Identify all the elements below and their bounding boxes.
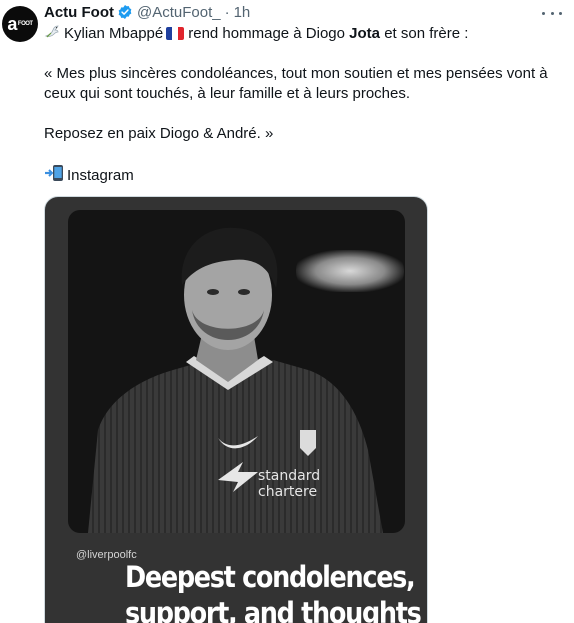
tweet-quote: « Mes plus sincères condoléances, tout m… xyxy=(44,65,548,102)
separator-dot: · xyxy=(224,3,230,21)
avatar-logo: a FOOT xyxy=(7,14,33,34)
verified-badge-icon xyxy=(118,5,132,19)
stadium-light xyxy=(296,250,404,292)
avatar[interactable]: a FOOT xyxy=(2,6,38,42)
handle[interactable]: @ActuFoot_ xyxy=(137,4,221,21)
tweet-text-post: et son frère : xyxy=(384,25,469,42)
display-name[interactable]: Actu Foot xyxy=(44,4,114,21)
tweet[interactable]: a FOOT Actu Foot @ActuFoot_ · 1h Kylian M… xyxy=(0,0,574,623)
tweet-source-line: Instagram xyxy=(44,164,566,186)
tweet-media-image[interactable]: standard chartere @liverpoolfc Deepest c… xyxy=(44,196,428,623)
tweet-header: Actu Foot @ActuFoot_ · 1h xyxy=(44,2,250,22)
media-caption-line-2: support, and thoughts are xyxy=(125,596,427,623)
tweet-text-mid: rend hommage à Diogo xyxy=(188,25,345,42)
tweet-player-name: Kylian Mbappé xyxy=(64,25,164,42)
tweet-farewell: Reposez en paix Diogo & André. » xyxy=(44,125,274,142)
instagram-label: Instagram xyxy=(67,167,134,184)
tweet-text-bold: Jota xyxy=(349,25,381,42)
more-options-icon[interactable] xyxy=(542,6,562,20)
svg-text:chartere: chartere xyxy=(258,484,317,500)
dove-emoji xyxy=(44,25,59,38)
media-caption-line-1: Deepest condolences, xyxy=(125,560,416,594)
svg-text:standard: standard xyxy=(258,468,320,484)
timestamp[interactable]: 1h xyxy=(234,4,251,21)
media-caption: Deepest condolences, support, and though… xyxy=(125,559,427,623)
france-flag-emoji xyxy=(166,27,185,40)
player-photo: standard chartere xyxy=(68,210,405,533)
mobile-phone-arrow-emoji xyxy=(45,165,63,181)
tweet-line-1: Kylian Mbappé rend hommage à Diogo Jota e… xyxy=(44,24,566,44)
